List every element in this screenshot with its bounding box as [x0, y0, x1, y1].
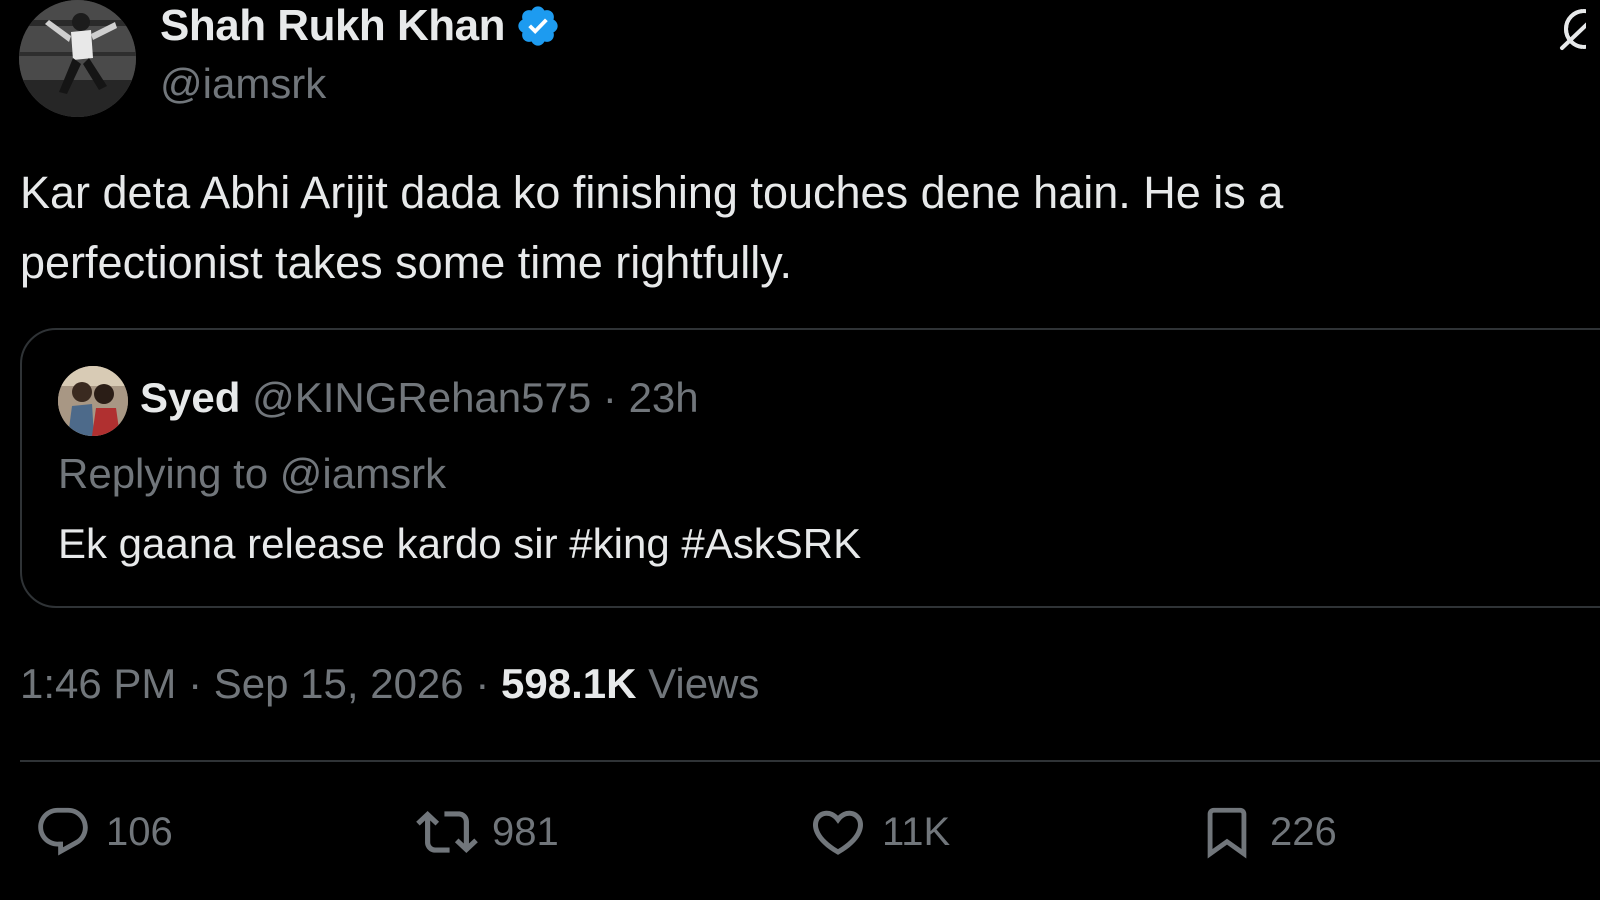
reply-button[interactable]: 106 [34, 800, 173, 864]
author-handle[interactable]: @iamsrk [160, 60, 326, 108]
grok-icon[interactable] [1556, 4, 1600, 54]
tweet-text: Kar deta Abhi Arijit dada ko finishing t… [20, 167, 1284, 288]
quoted-separator: · [602, 374, 617, 421]
bookmark-button[interactable]: 226 [1198, 800, 1337, 864]
verified-badge-icon[interactable] [515, 3, 561, 49]
meta-separator-2: · [475, 660, 490, 707]
author-avatar[interactable] [19, 0, 136, 117]
views-count: 598.1K [501, 660, 637, 707]
tweet-detail: Shah Rukh Khan @iamsrk Kar deta Abhi Ari… [0, 0, 1600, 900]
tweet-timestamp-line: 1:46 PM · Sep 15, 2026 · 598.1K Views [20, 660, 759, 708]
retweet-button[interactable]: 981 [416, 800, 559, 864]
divider [20, 760, 1600, 762]
quoted-replying-to: Replying to @iamsrk [58, 450, 447, 497]
quoted-tweet-card[interactable]: Syed @KINGRehan575 · 23h Replying to @ia… [20, 328, 1600, 608]
meta-separator: · [188, 660, 203, 707]
quoted-author-avatar[interactable] [58, 366, 128, 436]
tweet-time[interactable]: 1:46 PM [20, 660, 176, 707]
avatar-photo [19, 0, 136, 117]
retweet-count: 981 [492, 809, 559, 854]
quoted-avatar-photo [58, 366, 128, 436]
reply-count: 106 [106, 809, 173, 854]
like-count: 11K [882, 809, 951, 854]
bookmark-icon [1207, 807, 1247, 859]
author-name[interactable]: Shah Rukh Khan [160, 1, 506, 51]
retweet-arrows-icon [416, 811, 478, 853]
tweet-date[interactable]: Sep 15, 2026 [214, 660, 464, 707]
quoted-author-handle[interactable]: @KINGRehan575 [252, 374, 591, 421]
quoted-meta: Syed @KINGRehan575 · 23h [140, 374, 699, 422]
quoted-time[interactable]: 23h [629, 374, 699, 421]
quoted-tweet-text: Ek gaana release kardo sir #king #AskSRK [58, 520, 862, 567]
speech-bubble-icon [38, 807, 88, 856]
heart-icon [812, 810, 864, 855]
views-label: Views [648, 660, 760, 707]
bookmark-count: 226 [1270, 809, 1337, 854]
author-name-row[interactable]: Shah Rukh Khan [160, 0, 561, 52]
quoted-author-name[interactable]: Syed [140, 374, 240, 421]
like-button[interactable]: 11K [808, 800, 950, 864]
